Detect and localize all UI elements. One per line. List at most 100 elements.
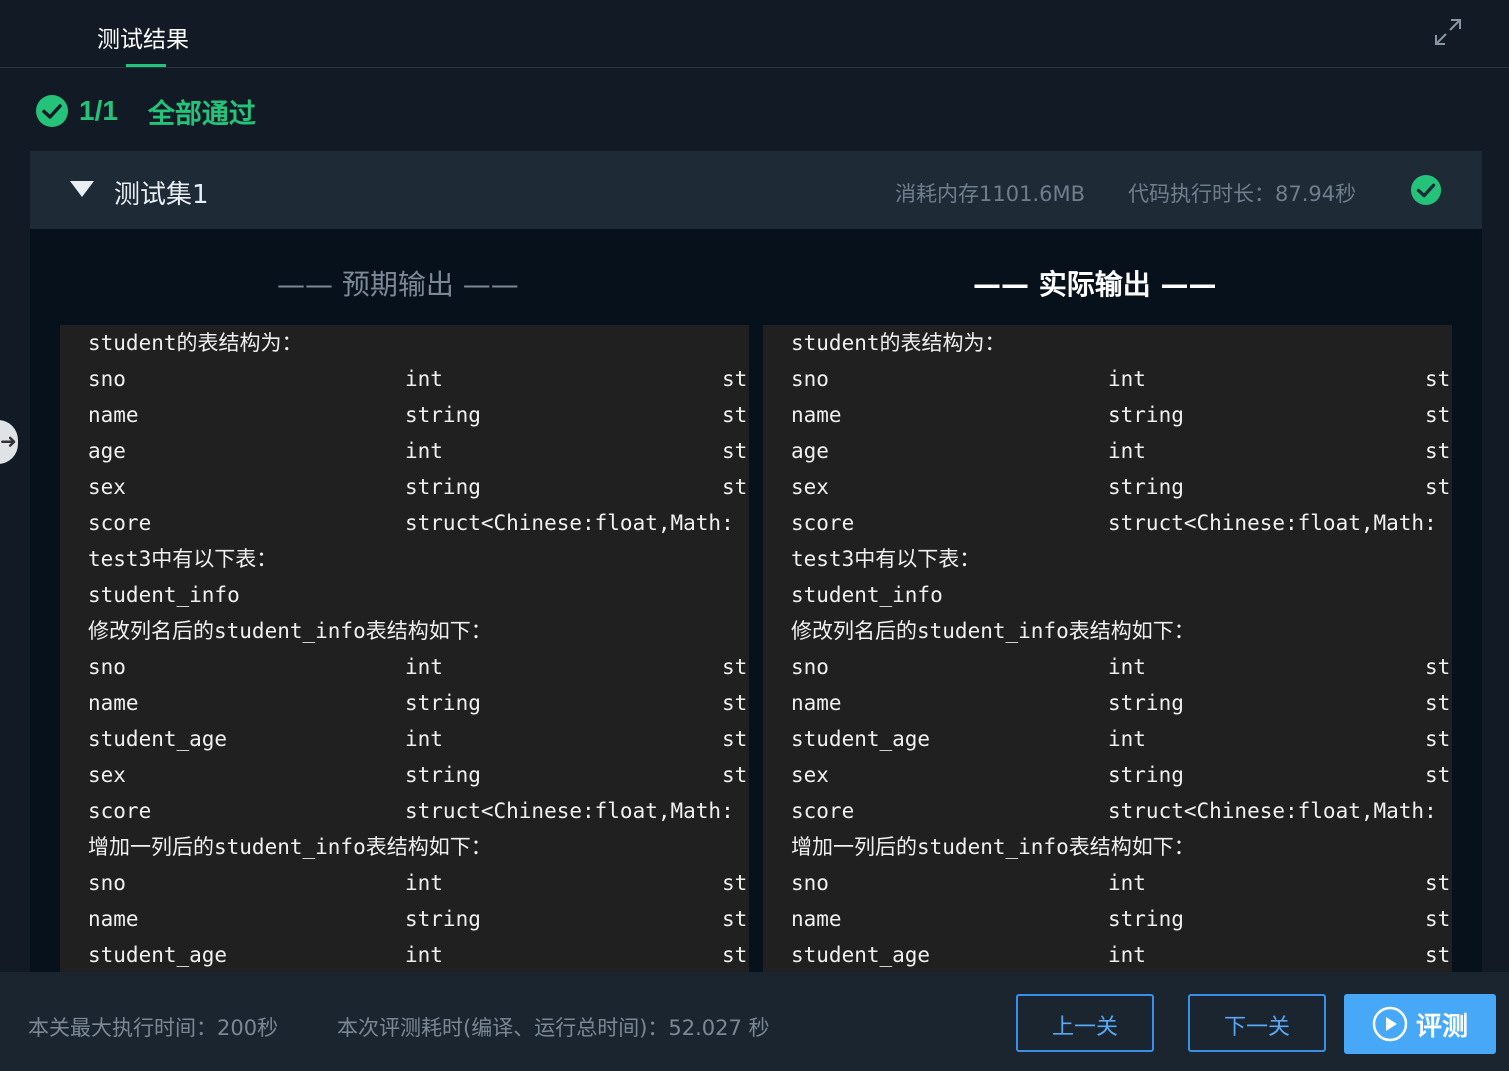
code-cell: st xyxy=(1425,403,1451,427)
code-cell: st xyxy=(1425,871,1451,895)
code-cell: st xyxy=(722,655,748,679)
evaluation-cost-time: 本次评测耗时(编译、运行总时间)：52.027 秒 xyxy=(337,1016,770,1040)
test-set-header[interactable]: 测试集1 消耗内存1101.6MB 代码执行时长：87.94秒 xyxy=(30,151,1482,229)
code-cell: st xyxy=(722,367,748,391)
pass-status: 全部通过 xyxy=(147,98,256,130)
code-cell: name xyxy=(791,403,842,427)
code-cell: student_age xyxy=(88,727,228,751)
code-cell: sno xyxy=(791,367,829,391)
code-line: test3中有以下表： xyxy=(763,541,1452,577)
code-line: student_age int st xyxy=(60,721,749,757)
code-line: 增加一列后的student_info表结构如下： xyxy=(763,829,1452,865)
actual-output-heading: —— 实际输出 —— xyxy=(973,268,1217,301)
code-cell: int xyxy=(1108,943,1146,967)
code-cell: struct<Chinese:float,Math: xyxy=(405,511,734,535)
code-cell: sno xyxy=(88,367,126,391)
code-line: sex string st xyxy=(763,757,1452,793)
code-cell: st xyxy=(1425,439,1451,463)
code-cell: sno xyxy=(791,655,829,679)
code-line: student的表结构为： xyxy=(60,325,749,361)
code-cell: st xyxy=(1425,475,1451,499)
expand-icon[interactable] xyxy=(1432,16,1464,48)
code-cell: sno xyxy=(88,871,126,895)
code-cell: st xyxy=(722,943,748,967)
code-cell: int xyxy=(1108,367,1146,391)
code-cell: 增加一列后的student_info表结构如下： xyxy=(791,835,1195,859)
actual-output-code: student的表结构为： sno int st name string st age int s… xyxy=(763,325,1452,989)
code-cell: struct<Chinese:float,Math: xyxy=(1108,799,1437,823)
code-cell: int xyxy=(1108,655,1146,679)
execution-time: 代码执行时长：87.94秒 xyxy=(1128,182,1357,206)
side-panel-toggle[interactable]: ➜ xyxy=(0,420,18,464)
code-line: sex string st xyxy=(763,469,1452,505)
code-cell: string xyxy=(405,691,481,715)
tab-active-indicator xyxy=(126,64,166,67)
evaluate-button[interactable]: 评测 xyxy=(1344,994,1496,1054)
caret-down-icon[interactable] xyxy=(70,181,94,197)
code-cell: student_info xyxy=(791,583,943,607)
tab-test-results[interactable]: 测试结果 xyxy=(97,20,189,54)
code-cell: name xyxy=(791,691,842,715)
code-cell: name xyxy=(791,907,842,931)
code-cell: student的表结构为： xyxy=(791,331,1006,355)
code-line: student_age int st xyxy=(763,937,1452,973)
code-cell: string xyxy=(1108,691,1184,715)
code-cell: struct<Chinese:float,Math: xyxy=(405,799,734,823)
code-cell: int xyxy=(405,871,443,895)
code-line: sno int st xyxy=(60,361,749,397)
arrow-right-icon: ➜ xyxy=(0,429,17,453)
code-cell: st xyxy=(722,475,748,499)
code-cell: name xyxy=(88,691,139,715)
code-line: name string st xyxy=(763,901,1452,937)
next-level-button[interactable]: 下一关 xyxy=(1188,994,1326,1052)
code-line: student_info xyxy=(763,577,1452,613)
code-cell: score xyxy=(791,799,855,823)
code-line: score struct<Chinese:float,Math: xyxy=(763,505,1452,541)
code-cell: sno xyxy=(88,655,126,679)
code-cell: sno xyxy=(791,871,829,895)
code-line: sex string st xyxy=(60,757,749,793)
code-cell: sex xyxy=(791,475,829,499)
code-line: name string st xyxy=(60,397,749,433)
code-cell: sex xyxy=(88,475,126,499)
code-line: student_info xyxy=(60,577,749,613)
code-cell: student_age xyxy=(88,943,228,967)
code-cell: string xyxy=(1108,907,1184,931)
code-cell: int xyxy=(1108,727,1146,751)
code-cell: int xyxy=(1108,439,1146,463)
code-cell: int xyxy=(405,727,443,751)
code-cell: score xyxy=(88,799,152,823)
memory-usage: 消耗内存1101.6MB xyxy=(895,182,1086,206)
code-cell: st xyxy=(1425,655,1451,679)
test-set-title: 测试集1 xyxy=(114,180,209,210)
code-line: name string st xyxy=(763,685,1452,721)
code-cell: name xyxy=(88,907,139,931)
code-line: score struct<Chinese:float,Math: xyxy=(60,505,749,541)
code-line: 修改列名后的student_info表结构如下： xyxy=(763,613,1452,649)
code-cell: string xyxy=(1108,475,1184,499)
max-execution-time: 本关最大执行时间：200秒 xyxy=(28,1016,279,1040)
play-circle-icon xyxy=(1372,1006,1408,1042)
footer-bar: 本关最大执行时间：200秒 本次评测耗时(编译、运行总时间)：52.027 秒 … xyxy=(0,972,1509,1071)
code-line: student的表结构为： xyxy=(763,325,1452,361)
code-line: score struct<Chinese:float,Math: xyxy=(763,793,1452,829)
code-cell: string xyxy=(405,475,481,499)
code-line: score struct<Chinese:float,Math: xyxy=(60,793,749,829)
code-line: name string st xyxy=(60,901,749,937)
code-line: sno int st xyxy=(763,361,1452,397)
code-line: age int st xyxy=(60,433,749,469)
code-cell: student_info xyxy=(88,583,240,607)
code-line: name string st xyxy=(763,397,1452,433)
code-cell: student_age xyxy=(791,727,931,751)
code-cell: st xyxy=(722,691,748,715)
code-cell: 修改列名后的student_info表结构如下： xyxy=(88,619,492,643)
previous-level-button[interactable]: 上一关 xyxy=(1016,994,1154,1052)
code-cell: st xyxy=(722,907,748,931)
code-cell: st xyxy=(1425,727,1451,751)
code-cell: sex xyxy=(88,763,126,787)
top-marker-icon xyxy=(776,0,800,4)
code-cell: 增加一列后的student_info表结构如下： xyxy=(88,835,492,859)
code-cell: string xyxy=(1108,403,1184,427)
code-line: 修改列名后的student_info表结构如下： xyxy=(60,613,749,649)
output-panel: —— 预期输出 —— —— 实际输出 —— student的表结构为： sno in… xyxy=(30,229,1482,989)
